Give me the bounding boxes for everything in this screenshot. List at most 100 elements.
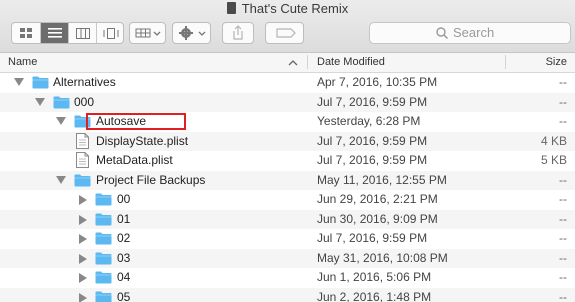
folder-icon <box>95 231 112 245</box>
item-date-modified: May 11, 2016, 12:55 PM <box>317 172 447 187</box>
item-date-modified: Jun 2, 2016, 1:48 PM <box>317 289 432 302</box>
item-size: -- <box>559 289 567 302</box>
item-date-modified: Jun 29, 2016, 2:21 PM <box>317 192 438 206</box>
disclosure-collapsed-icon[interactable] <box>79 253 87 264</box>
arrange-grid-icon <box>135 28 161 38</box>
item-name[interactable]: 04 <box>117 270 130 284</box>
column-divider[interactable] <box>307 55 308 69</box>
item-size: -- <box>559 211 567 226</box>
cover-flow-icon <box>103 27 118 39</box>
item-date-modified: Jul 7, 2016, 9:59 PM <box>317 133 428 148</box>
size-column-header[interactable]: Size <box>546 56 567 68</box>
item-size: -- <box>559 114 567 128</box>
item-date-modified: Jul 7, 2016, 9:59 PM <box>317 153 428 167</box>
action-button[interactable] <box>172 22 211 44</box>
list-row[interactable]: MetaData.plist Jul 7, 2016, 9:59 PM 5 KB <box>0 151 575 171</box>
item-name[interactable]: 00 <box>117 192 130 206</box>
cover-flow-view-button[interactable] <box>96 23 124 43</box>
item-name[interactable]: Project File Backups <box>96 173 205 187</box>
folder-icon <box>32 75 49 89</box>
column-header: Name Date Modified Size <box>0 53 575 73</box>
magnifier-icon <box>436 27 449 40</box>
item-name[interactable]: 02 <box>117 231 130 245</box>
list-row[interactable]: Project File Backups May 11, 2016, 12:55 … <box>0 170 575 190</box>
item-name[interactable]: DisplayState.plist <box>96 134 188 148</box>
disclosure-expanded-icon[interactable] <box>56 175 66 184</box>
list-row[interactable]: 02 Jul 7, 2016, 9:59 PM -- <box>0 229 575 249</box>
list-view-button[interactable] <box>40 23 68 43</box>
list-icon <box>47 28 62 38</box>
grid-icon <box>20 28 32 38</box>
file-list: Alternatives Apr 7, 2016, 10:35 PM -- 000 Ju… <box>0 73 575 302</box>
disclosure-expanded-icon[interactable] <box>35 97 45 106</box>
item-name[interactable]: 05 <box>117 290 130 302</box>
folder-icon <box>74 173 91 187</box>
item-date-modified: Jun 1, 2016, 5:06 PM <box>317 270 432 284</box>
title-bar: That's Cute Remix Search <box>0 0 575 53</box>
annotation-highlight-box <box>86 113 186 130</box>
name-column-header[interactable]: Name <box>8 56 37 68</box>
item-name[interactable]: Alternatives <box>53 75 116 89</box>
folder-icon <box>95 290 112 302</box>
window-title: That's Cute Remix <box>0 1 575 17</box>
disclosure-collapsed-icon[interactable] <box>79 273 87 283</box>
search-placeholder: Search <box>436 25 494 40</box>
item-size: 5 KB <box>540 153 567 167</box>
disclosure-collapsed-icon[interactable] <box>79 292 87 302</box>
item-name[interactable]: 01 <box>117 212 130 226</box>
folder-icon <box>95 192 112 206</box>
folder-icon <box>53 95 70 109</box>
tag-icon <box>276 28 296 38</box>
item-name[interactable]: 03 <box>117 251 130 265</box>
disclosure-expanded-icon[interactable] <box>56 117 66 125</box>
list-row[interactable]: 04 Jun 1, 2016, 5:06 PM -- <box>0 268 575 288</box>
document-icon <box>226 2 236 14</box>
search-field[interactable]: Search <box>369 22 571 44</box>
item-size: -- <box>559 270 567 284</box>
item-size: 4 KB <box>540 133 567 148</box>
list-row[interactable]: DisplayState.plist Jul 7, 2016, 9:59 PM 4 … <box>0 131 575 151</box>
icon-view-button[interactable] <box>12 23 40 43</box>
item-date-modified: Jun 30, 2016, 9:09 PM <box>317 211 438 226</box>
item-size: -- <box>559 231 567 245</box>
item-name[interactable]: MetaData.plist <box>96 153 173 167</box>
share-icon <box>233 25 243 40</box>
item-size: -- <box>559 192 567 206</box>
column-view-button[interactable] <box>68 23 96 43</box>
disclosure-collapsed-icon[interactable] <box>79 195 87 205</box>
disclosure-expanded-icon[interactable] <box>14 78 24 86</box>
column-divider[interactable] <box>505 55 506 69</box>
tags-button[interactable] <box>265 22 304 44</box>
columns-icon <box>75 27 90 39</box>
sort-ascending-icon[interactable] <box>288 59 298 67</box>
list-row[interactable]: 01 Jun 30, 2016, 9:09 PM -- <box>0 209 575 229</box>
item-date-modified: Jul 7, 2016, 9:59 PM <box>317 231 428 245</box>
gear-icon <box>179 26 206 40</box>
list-row[interactable]: 03 May 31, 2016, 10:08 PM -- <box>0 248 575 268</box>
item-date-modified: Jul 7, 2016, 9:59 PM <box>317 94 428 109</box>
item-size: -- <box>559 75 567 89</box>
window-title-text: That's Cute Remix <box>241 1 349 16</box>
list-row[interactable]: 05 Jun 2, 2016, 1:48 PM -- <box>0 287 575 302</box>
disclosure-collapsed-icon[interactable] <box>79 214 87 225</box>
arrange-button[interactable] <box>129 22 166 44</box>
date-modified-column-header[interactable]: Date Modified <box>317 56 385 68</box>
item-name[interactable]: 000 <box>74 95 94 109</box>
folder-icon <box>95 251 112 265</box>
item-size: -- <box>559 172 567 187</box>
folder-icon <box>95 212 112 226</box>
item-date-modified: May 31, 2016, 10:08 PM <box>317 250 448 265</box>
folder-icon <box>95 270 112 284</box>
disclosure-collapsed-icon[interactable] <box>79 234 87 244</box>
item-size: -- <box>559 250 567 265</box>
list-row[interactable]: 00 Jun 29, 2016, 2:21 PM -- <box>0 190 575 210</box>
item-date-modified: Apr 7, 2016, 10:35 PM <box>317 75 438 89</box>
document-icon <box>76 152 89 168</box>
list-row[interactable]: 000 Jul 7, 2016, 9:59 PM -- <box>0 92 575 112</box>
document-icon <box>76 132 89 149</box>
search-placeholder-text: Search <box>453 25 495 40</box>
finder-window: That's Cute Remix Search Name Date Modif… <box>0 0 575 302</box>
list-row[interactable]: Alternatives Apr 7, 2016, 10:35 PM -- <box>0 73 575 93</box>
share-button[interactable] <box>222 22 254 44</box>
view-segmented-control <box>11 22 124 44</box>
